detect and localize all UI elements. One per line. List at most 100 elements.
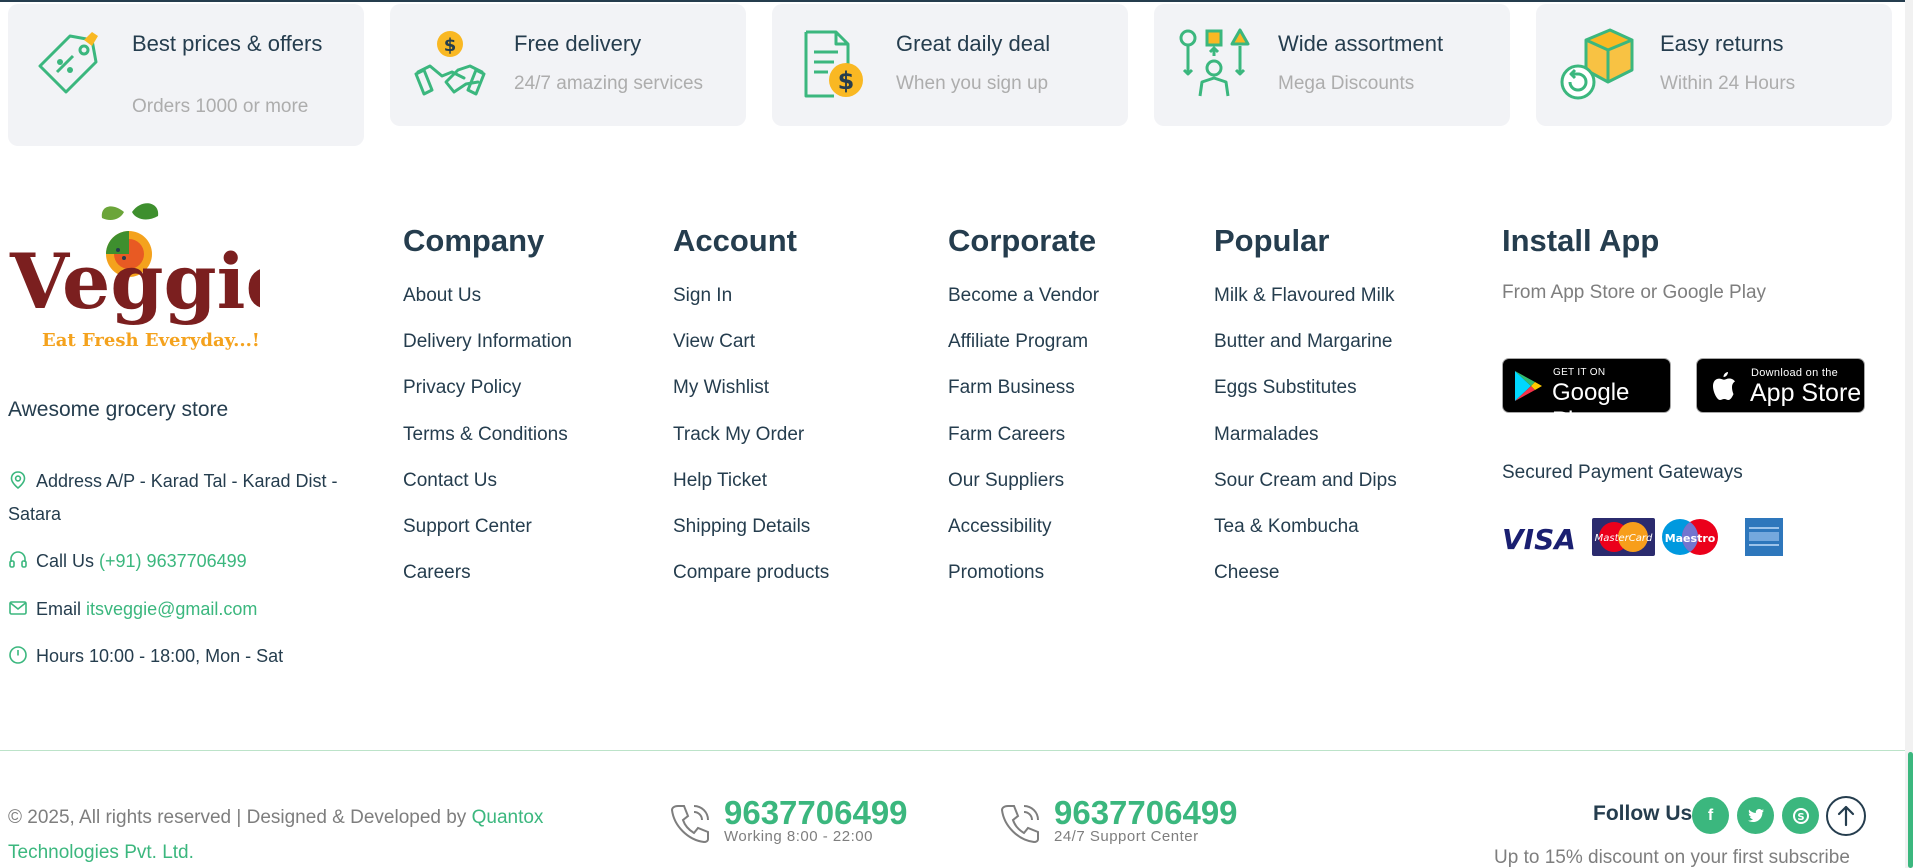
column-title: Corporate — [948, 223, 1097, 258]
email-value[interactable]: itsveggie@gmail.com — [86, 599, 257, 619]
google-play-small: GET IT ON — [1553, 367, 1606, 378]
footer-link[interactable]: Marmalades — [1214, 421, 1397, 467]
skype-icon[interactable]: S — [1782, 797, 1819, 834]
footer-link[interactable]: Farm Careers — [948, 421, 1099, 467]
hours-label: Hours — [36, 646, 85, 666]
column-title: Install App — [1502, 223, 1660, 258]
banner-title: Best prices & offers — [132, 31, 323, 56]
banner-subtitle: 24/7 amazing services — [514, 73, 704, 94]
column-title: Account — [673, 223, 797, 258]
google-play-big: Google Play — [1552, 379, 1630, 434]
amex-icon — [1745, 518, 1783, 556]
veggie-logo[interactable]: Veggie Eat Fresh Everyday...! — [8, 200, 260, 352]
contact-address: Address A/P - Karad Tal - Karad Dist - S… — [8, 465, 368, 531]
twitter-icon[interactable] — [1737, 797, 1774, 834]
footer-link[interactable]: Compare products — [673, 559, 829, 605]
banner-subtitle: Within 24 Hours — [1660, 73, 1796, 94]
footer-divider — [0, 750, 1905, 751]
contact-email: Email itsveggie@gmail.com — [8, 593, 257, 626]
svg-text:$: $ — [838, 67, 855, 95]
footer-link[interactable]: Sour Cream and Dips — [1214, 467, 1397, 513]
footer-link[interactable]: My Wishlist — [673, 374, 829, 420]
footer-link[interactable]: Tea & Kombucha — [1214, 513, 1397, 559]
svg-text:Maestro: Maestro — [1665, 532, 1716, 545]
contact-call: Call Us (+91) 9637706499 — [8, 545, 247, 578]
svg-text:MasterCard: MasterCard — [1595, 533, 1653, 544]
footer-link[interactable]: Delivery Information — [403, 328, 572, 374]
back-to-top-button[interactable] — [1826, 796, 1866, 836]
footer-link[interactable]: Sign In — [673, 282, 829, 328]
page-scrollbar[interactable] — [1905, 0, 1913, 868]
arrow-up-icon — [1837, 805, 1855, 827]
footer-column-company: Company About Us Delivery Information Pr… — [403, 222, 572, 605]
scrollbar-thumb[interactable] — [1908, 752, 1913, 868]
hotline-label: Working 8:00 - 22:00 — [724, 828, 873, 845]
payment-methods: VISA MasterCard Maestro — [1502, 518, 1783, 556]
banner-easy-returns[interactable]: Easy returns Within 24 Hours — [1536, 4, 1892, 126]
banner-best-prices[interactable]: Best prices & offers Orders 1000 or more — [8, 4, 364, 146]
banner-subtitle: Mega Discounts — [1278, 73, 1415, 94]
footer-link[interactable]: Accessibility — [948, 513, 1099, 559]
footer-link[interactable]: About Us — [403, 282, 572, 328]
footer-link[interactable]: Terms & Conditions — [403, 421, 572, 467]
hotline-number[interactable]: 9637706499 — [724, 794, 908, 832]
footer-link[interactable]: Affiliate Program — [948, 328, 1099, 374]
footer-link[interactable]: Contact Us — [403, 467, 572, 513]
footer-link[interactable]: Track My Order — [673, 421, 829, 467]
handshake-dollar-icon: $ — [414, 31, 486, 96]
footer-link[interactable]: Promotions — [948, 559, 1099, 605]
footer-link[interactable]: Support Center — [403, 513, 572, 559]
call-label: Call Us — [36, 551, 95, 571]
banner-free-delivery[interactable]: $ Free delivery 24/7 amazing services — [390, 4, 746, 126]
footer-link[interactable]: Milk & Flavoured Milk — [1214, 282, 1397, 328]
return-box-icon — [1560, 28, 1634, 100]
address-label: Address — [36, 471, 103, 491]
hotline-label: 24/7 Support Center — [1054, 828, 1199, 845]
app-store-small: Download on the — [1751, 367, 1839, 379]
footer-column-install-app: Install App From App Store or Google Pla… — [1502, 222, 1766, 304]
copyright-text: © 2025, All rights reserved | Designed &… — [8, 807, 467, 828]
contact-hours: Hours 10:00 - 18:00, Mon - Sat — [8, 640, 283, 673]
banner-title: Wide assortment — [1278, 31, 1444, 56]
footer-column-corporate: Corporate Become a Vendor Affiliate Prog… — [948, 222, 1099, 605]
facebook-icon[interactable]: f — [1692, 797, 1729, 834]
footer-link[interactable]: Become a Vendor — [948, 282, 1099, 328]
google-play-icon — [1515, 371, 1542, 401]
store-tagline: Awesome grocery store — [8, 398, 229, 421]
google-play-button[interactable]: GET IT ON Google Play — [1502, 358, 1671, 434]
document-dollar-icon: $ — [804, 30, 863, 98]
banner-daily-deal[interactable]: $ Great daily deal When you sign up — [772, 4, 1128, 126]
logo-wordmark: Veggie — [9, 237, 260, 326]
footer-link[interactable]: Our Suppliers — [948, 467, 1099, 513]
svg-text:VISA: VISA — [1502, 523, 1576, 556]
apple-icon — [1713, 372, 1735, 400]
logo-slogan: Eat Fresh Everyday...! — [42, 330, 260, 351]
hotline-number[interactable]: 9637706499 — [1054, 794, 1238, 832]
banner-subtitle: When you sign up — [896, 73, 1049, 94]
mastercard-icon: MasterCard — [1592, 518, 1655, 556]
footer-link[interactable]: Careers — [403, 559, 572, 605]
banner-title: Free delivery — [514, 31, 642, 56]
phone-icon — [1000, 805, 1039, 844]
footer-link[interactable]: Shipping Details — [673, 513, 829, 559]
headset-icon — [9, 551, 27, 568]
footer-link[interactable]: Butter and Margarine — [1214, 328, 1397, 374]
visa-icon: VISA — [1502, 523, 1576, 556]
call-value[interactable]: (+91) 9637706499 — [99, 551, 247, 571]
footer-link[interactable]: View Cart — [673, 328, 829, 374]
app-store-button[interactable]: Download on the App Store — [1696, 358, 1865, 413]
email-label: Email — [36, 599, 82, 619]
footer-link[interactable]: Help Ticket — [673, 467, 829, 513]
footer-column-account: Account Sign In View Cart My Wishlist Tr… — [673, 222, 829, 605]
price-tag-icon — [38, 32, 98, 94]
footer-link[interactable]: Privacy Policy — [403, 374, 572, 420]
maestro-icon: Maestro — [1662, 519, 1718, 555]
banner-wide-assortment[interactable]: Wide assortment Mega Discounts — [1154, 4, 1510, 126]
footer-link[interactable]: Cheese — [1214, 559, 1397, 605]
footer-link[interactable]: Farm Business — [948, 374, 1099, 420]
envelope-icon — [9, 601, 27, 615]
phone-icon — [670, 805, 709, 844]
footer-link[interactable]: Eggs Substitutes — [1214, 374, 1397, 420]
footer-column-popular: Popular Milk & Flavoured Milk Butter and… — [1214, 222, 1397, 605]
follow-us-label: Follow Us — [1593, 802, 1693, 825]
